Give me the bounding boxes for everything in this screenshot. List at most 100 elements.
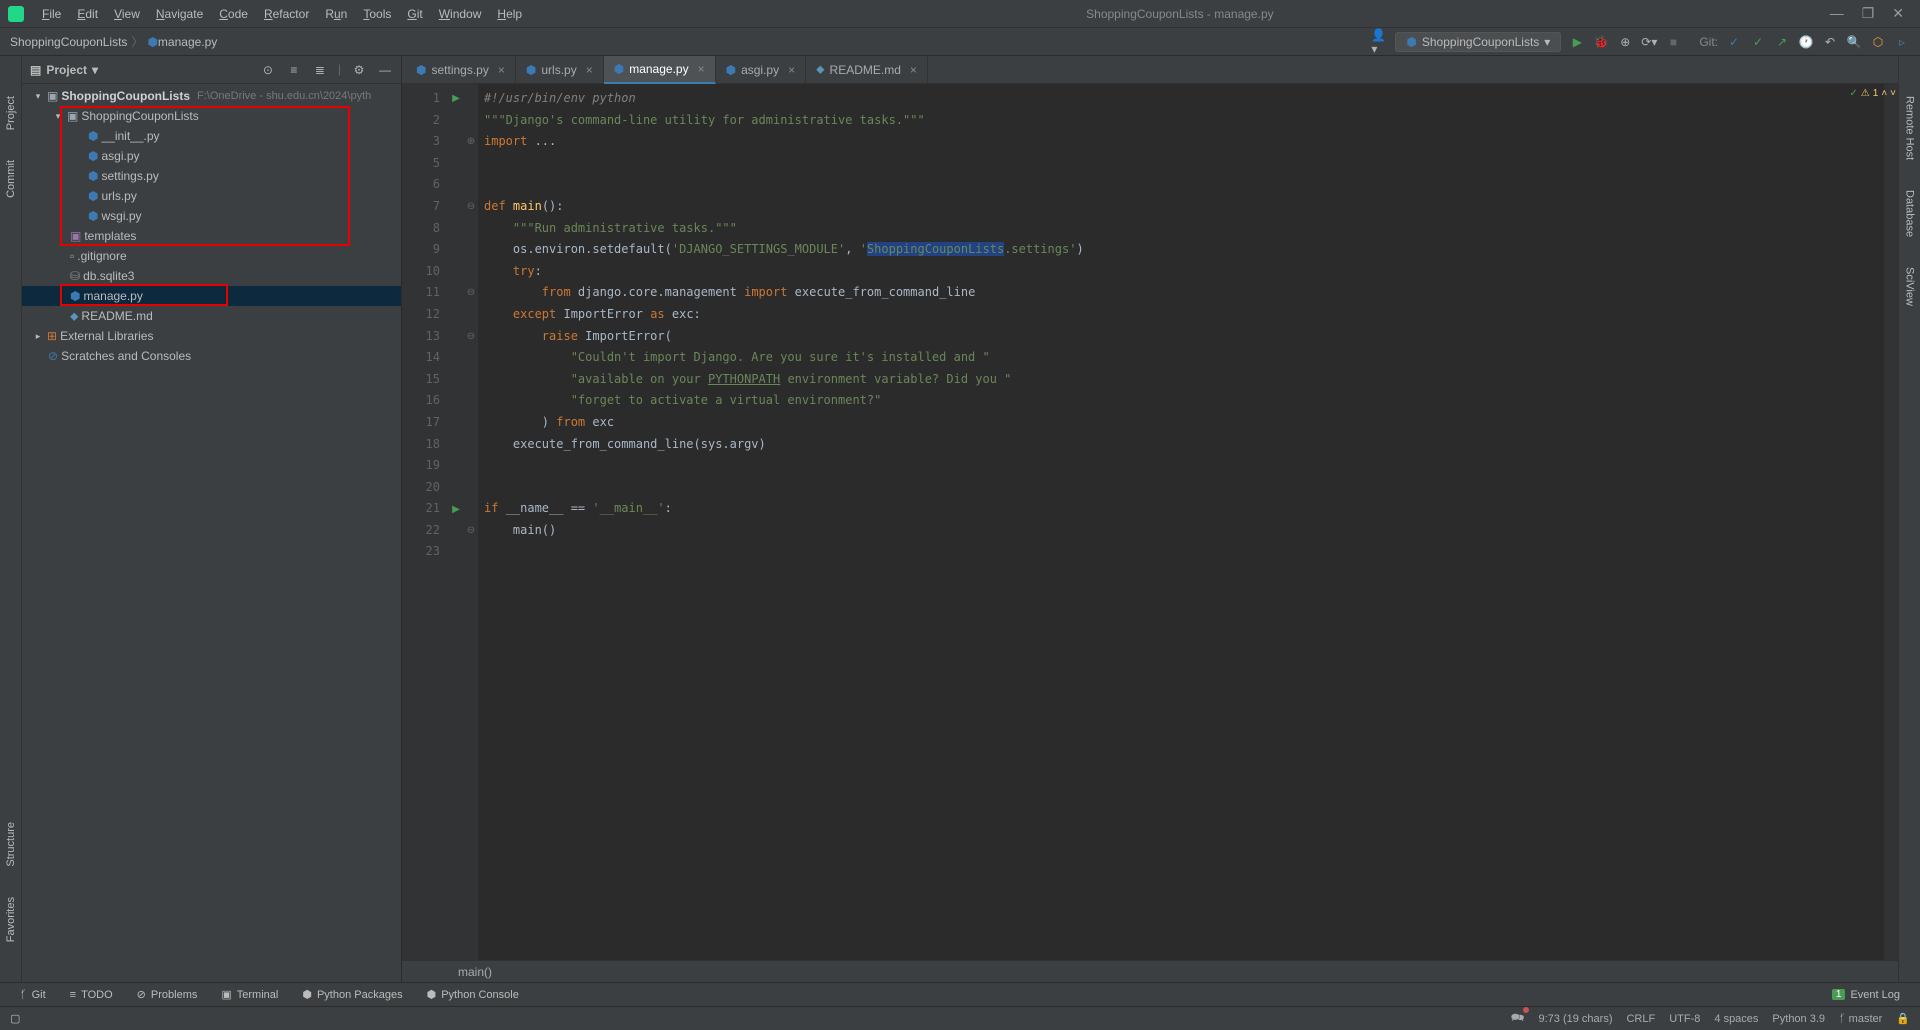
chevron-down-icon[interactable]: ▾ [32, 91, 44, 102]
hide-icon[interactable]: — [377, 62, 393, 78]
tree-file[interactable]: ⬢urls.py [22, 186, 401, 206]
git-push-icon[interactable]: ↗ [1774, 34, 1790, 50]
menu-view[interactable]: View [106, 7, 148, 21]
ide-settings-icon[interactable]: ⬡ [1870, 34, 1886, 50]
menu-git[interactable]: Git [399, 7, 430, 21]
menu-code[interactable]: Code [211, 7, 256, 21]
tab[interactable]: ⬥README.md× [806, 56, 928, 84]
project-panel-title[interactable]: ▤ Project ▾ [30, 63, 98, 77]
tree-root[interactable]: ▾ ▣ ShoppingCouponLists F:\OneDrive - sh… [22, 86, 401, 106]
crumb-project[interactable]: ShoppingCouponLists [10, 35, 127, 49]
tool-pyconsole[interactable]: ⬢ Python Console [427, 988, 519, 1001]
chevron-up-icon[interactable]: ˄ [1881, 88, 1887, 99]
menu-edit[interactable]: Edit [69, 7, 106, 21]
tool-eventlog[interactable]: 1 Event Log [1832, 989, 1900, 1001]
app-icon [8, 6, 24, 22]
tab-sciview[interactable]: SciView [1904, 267, 1916, 306]
run-mark-icon[interactable]: ▶ [448, 88, 464, 110]
tool-terminal[interactable]: ▣ Terminal [221, 988, 278, 1001]
menu-run[interactable]: Run [317, 7, 355, 21]
tab-structure[interactable]: Structure [5, 822, 17, 867]
minimize-icon[interactable]: — [1830, 5, 1844, 22]
tool-window-toggle-icon[interactable]: ▢ [10, 1012, 20, 1025]
tab-close-icon[interactable]: × [698, 62, 705, 76]
tab-remote-host[interactable]: Remote Host [1904, 96, 1916, 160]
git-update-icon[interactable]: ✓ [1726, 34, 1742, 50]
profile-icon[interactable]: ⟳▾ [1641, 34, 1657, 50]
project-tree[interactable]: ▾ ▣ ShoppingCouponLists F:\OneDrive - sh… [22, 84, 401, 368]
menu-tools[interactable]: Tools [355, 7, 399, 21]
close-icon[interactable]: ✕ [1892, 5, 1904, 22]
chevron-down-icon[interactable]: ˅ [1890, 88, 1896, 99]
notification-icon[interactable]: 🗪 [1511, 1009, 1525, 1028]
stop-icon[interactable]: ■ [1665, 34, 1681, 50]
tab[interactable]: ⬢urls.py× [516, 56, 604, 84]
chevron-down-icon[interactable]: ▾ [52, 111, 64, 122]
select-opened-icon[interactable]: ⊙ [260, 62, 276, 78]
tree-gitignore[interactable]: ▫.gitignore [22, 246, 401, 266]
maximize-icon[interactable]: ❐ [1862, 5, 1875, 22]
run-icon[interactable]: ▶ [1569, 34, 1585, 50]
tab-commit[interactable]: Commit [5, 160, 17, 198]
code-breadcrumb[interactable]: main() [402, 960, 1898, 982]
menu-window[interactable]: Window [431, 7, 490, 21]
tree-templates[interactable]: ▣templates [22, 226, 401, 246]
pkg-icon: ▣ [67, 109, 78, 123]
tree-pkg[interactable]: ▾ ▣ ShoppingCouponLists [22, 106, 401, 126]
crumb-file[interactable]: manage.py [158, 35, 217, 49]
status-position[interactable]: 9:73 (19 chars) [1539, 1013, 1613, 1025]
git-rollback-icon[interactable]: ↶ [1822, 34, 1838, 50]
py-file-icon: ⬢ [614, 62, 624, 76]
tab[interactable]: ⬢settings.py× [406, 56, 516, 84]
tree-db[interactable]: ⛁db.sqlite3 [22, 266, 401, 286]
user-icon[interactable]: 👤▾ [1371, 34, 1387, 50]
tab-project[interactable]: Project [5, 96, 17, 130]
tool-git[interactable]: ᚶ Git [20, 989, 46, 1001]
tool-pypkg[interactable]: ⬢ Python Packages [302, 988, 402, 1001]
debug-icon[interactable]: 🐞 [1593, 34, 1609, 50]
menu-refactor[interactable]: Refactor [256, 7, 317, 21]
status-branch[interactable]: ᚶ master [1839, 1013, 1882, 1025]
expand-all-icon[interactable]: ≡ [286, 62, 302, 78]
tree-file[interactable]: ⬢__init__.py [22, 126, 401, 146]
git-history-icon[interactable]: 🕐 [1798, 34, 1814, 50]
inspection-stripe[interactable]: ✓⚠1˄˅ [1884, 84, 1898, 960]
code-editor[interactable]: #!/usr/bin/env python """Django's comman… [478, 84, 1884, 960]
tab-database[interactable]: Database [1904, 190, 1916, 237]
tree-file[interactable]: ⬢settings.py [22, 166, 401, 186]
tab-close-icon[interactable]: × [910, 63, 917, 77]
status-encoding[interactable]: UTF-8 [1669, 1013, 1700, 1025]
tab-close-icon[interactable]: × [586, 63, 593, 77]
status-indent[interactable]: 4 spaces [1714, 1013, 1758, 1025]
tree-scratch[interactable]: ⊘Scratches and Consoles [22, 346, 401, 366]
tool-todo[interactable]: ≡ TODO [70, 989, 113, 1001]
tab-active[interactable]: ⬢manage.py× [604, 56, 716, 84]
tab-close-icon[interactable]: × [788, 63, 795, 77]
search-icon[interactable]: 🔍 [1846, 34, 1862, 50]
tab-close-icon[interactable]: × [498, 63, 505, 77]
status-line-sep[interactable]: CRLF [1626, 1013, 1655, 1025]
git-commit-icon[interactable]: ✓ [1750, 34, 1766, 50]
code-with-me-icon[interactable]: ▹ [1894, 34, 1910, 50]
run-mark-icon[interactable]: ▶ [448, 498, 464, 520]
run-config-select[interactable]: ⬢ ShoppingCouponLists ▾ [1395, 32, 1561, 52]
tab[interactable]: ⬢asgi.py× [716, 56, 807, 84]
tree-readme[interactable]: ⬥README.md [22, 306, 401, 326]
tree-ext-lib[interactable]: ▸⊞External Libraries [22, 326, 401, 346]
tree-file[interactable]: ⬢wsgi.py [22, 206, 401, 226]
collapse-all-icon[interactable]: ≣ [312, 62, 328, 78]
tree-manage[interactable]: ⬢manage.py [22, 286, 401, 306]
settings-icon[interactable]: ⚙ [351, 62, 367, 78]
tool-problems[interactable]: ⊘ Problems [137, 988, 198, 1001]
status-python[interactable]: Python 3.9 [1772, 1013, 1825, 1025]
menu-help[interactable]: Help [489, 7, 530, 21]
tab-favorites[interactable]: Favorites [5, 897, 17, 942]
menu-navigate[interactable]: Navigate [148, 7, 211, 21]
coverage-icon[interactable]: ⊕ [1617, 34, 1633, 50]
run-gutter: ▶ ▶ [448, 84, 464, 960]
tree-file[interactable]: ⬢asgi.py [22, 146, 401, 166]
lock-icon[interactable]: 🔒 [1896, 1012, 1910, 1025]
menu-file[interactable]: File [34, 7, 69, 21]
chevron-right-icon[interactable]: ▸ [32, 331, 44, 342]
fold-column[interactable]: ⊕⊖⊖⊖⊖ [464, 84, 478, 960]
